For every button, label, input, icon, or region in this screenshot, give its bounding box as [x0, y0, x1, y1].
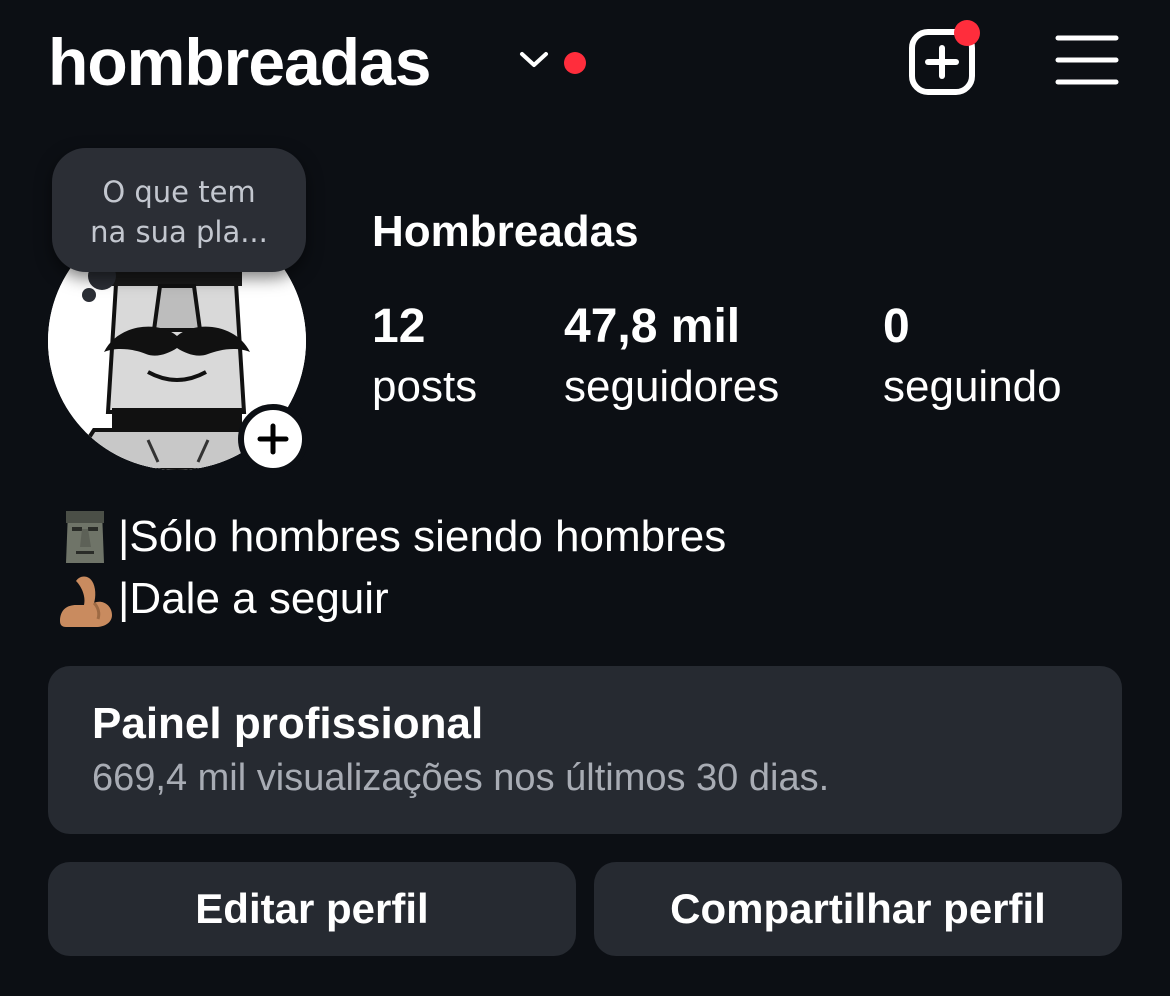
bio-line-1: |Sólo hombres siendo hombres: [54, 506, 726, 568]
create-post-button[interactable]: [904, 20, 980, 100]
create-notification-dot: [954, 20, 980, 46]
professional-dashboard-card[interactable]: Painel profissional 669,4 mil visualizaç…: [48, 666, 1122, 834]
stat-following[interactable]: 0 seguindo: [883, 298, 1062, 418]
plus-icon: [257, 423, 289, 455]
bio-line-2: |Dale a seguir: [54, 568, 726, 630]
add-story-button[interactable]: [238, 404, 308, 474]
followers-count: 47,8 mil: [564, 300, 741, 353]
bio-text-line-1: |Sólo hombres siendo hombres: [118, 512, 727, 561]
share-profile-button[interactable]: Compartilhar perfil: [594, 862, 1122, 956]
following-label: seguindo: [883, 362, 1062, 411]
hamburger-menu-icon[interactable]: [1052, 30, 1122, 90]
note-text-line-1: O que tem: [102, 175, 256, 209]
profile-display-name: Hombreadas: [372, 207, 639, 256]
profile-bio: |Sólo hombres siendo hombres |Dale a seg…: [54, 506, 726, 630]
dashboard-title: Painel profissional: [92, 699, 484, 748]
account-notification-dot: [564, 52, 586, 74]
moai-icon: [66, 511, 104, 563]
chevron-down-icon[interactable]: [518, 48, 550, 72]
note-text-line-2: na sua pla...: [90, 215, 268, 249]
note-bubble-tail: [82, 288, 96, 302]
bio-text-line-2: |Dale a seguir: [118, 574, 389, 623]
flexed-biceps-icon: [60, 576, 112, 627]
top-bar: hombreadas: [0, 0, 1170, 130]
following-count: 0: [883, 300, 910, 353]
stat-followers[interactable]: 47,8 mil seguidores: [564, 298, 779, 418]
account-username[interactable]: hombreadas: [48, 22, 431, 102]
dashboard-subtitle: 669,4 mil visualizações nos últimos 30 d…: [92, 757, 830, 799]
edit-profile-button[interactable]: Editar perfil: [48, 862, 576, 956]
note-bubble[interactable]: O que tem na sua pla...: [52, 148, 306, 272]
posts-label: posts: [372, 362, 478, 411]
posts-count: 12: [372, 300, 426, 353]
stat-posts[interactable]: 12 posts: [372, 298, 477, 418]
followers-label: seguidores: [564, 362, 780, 411]
